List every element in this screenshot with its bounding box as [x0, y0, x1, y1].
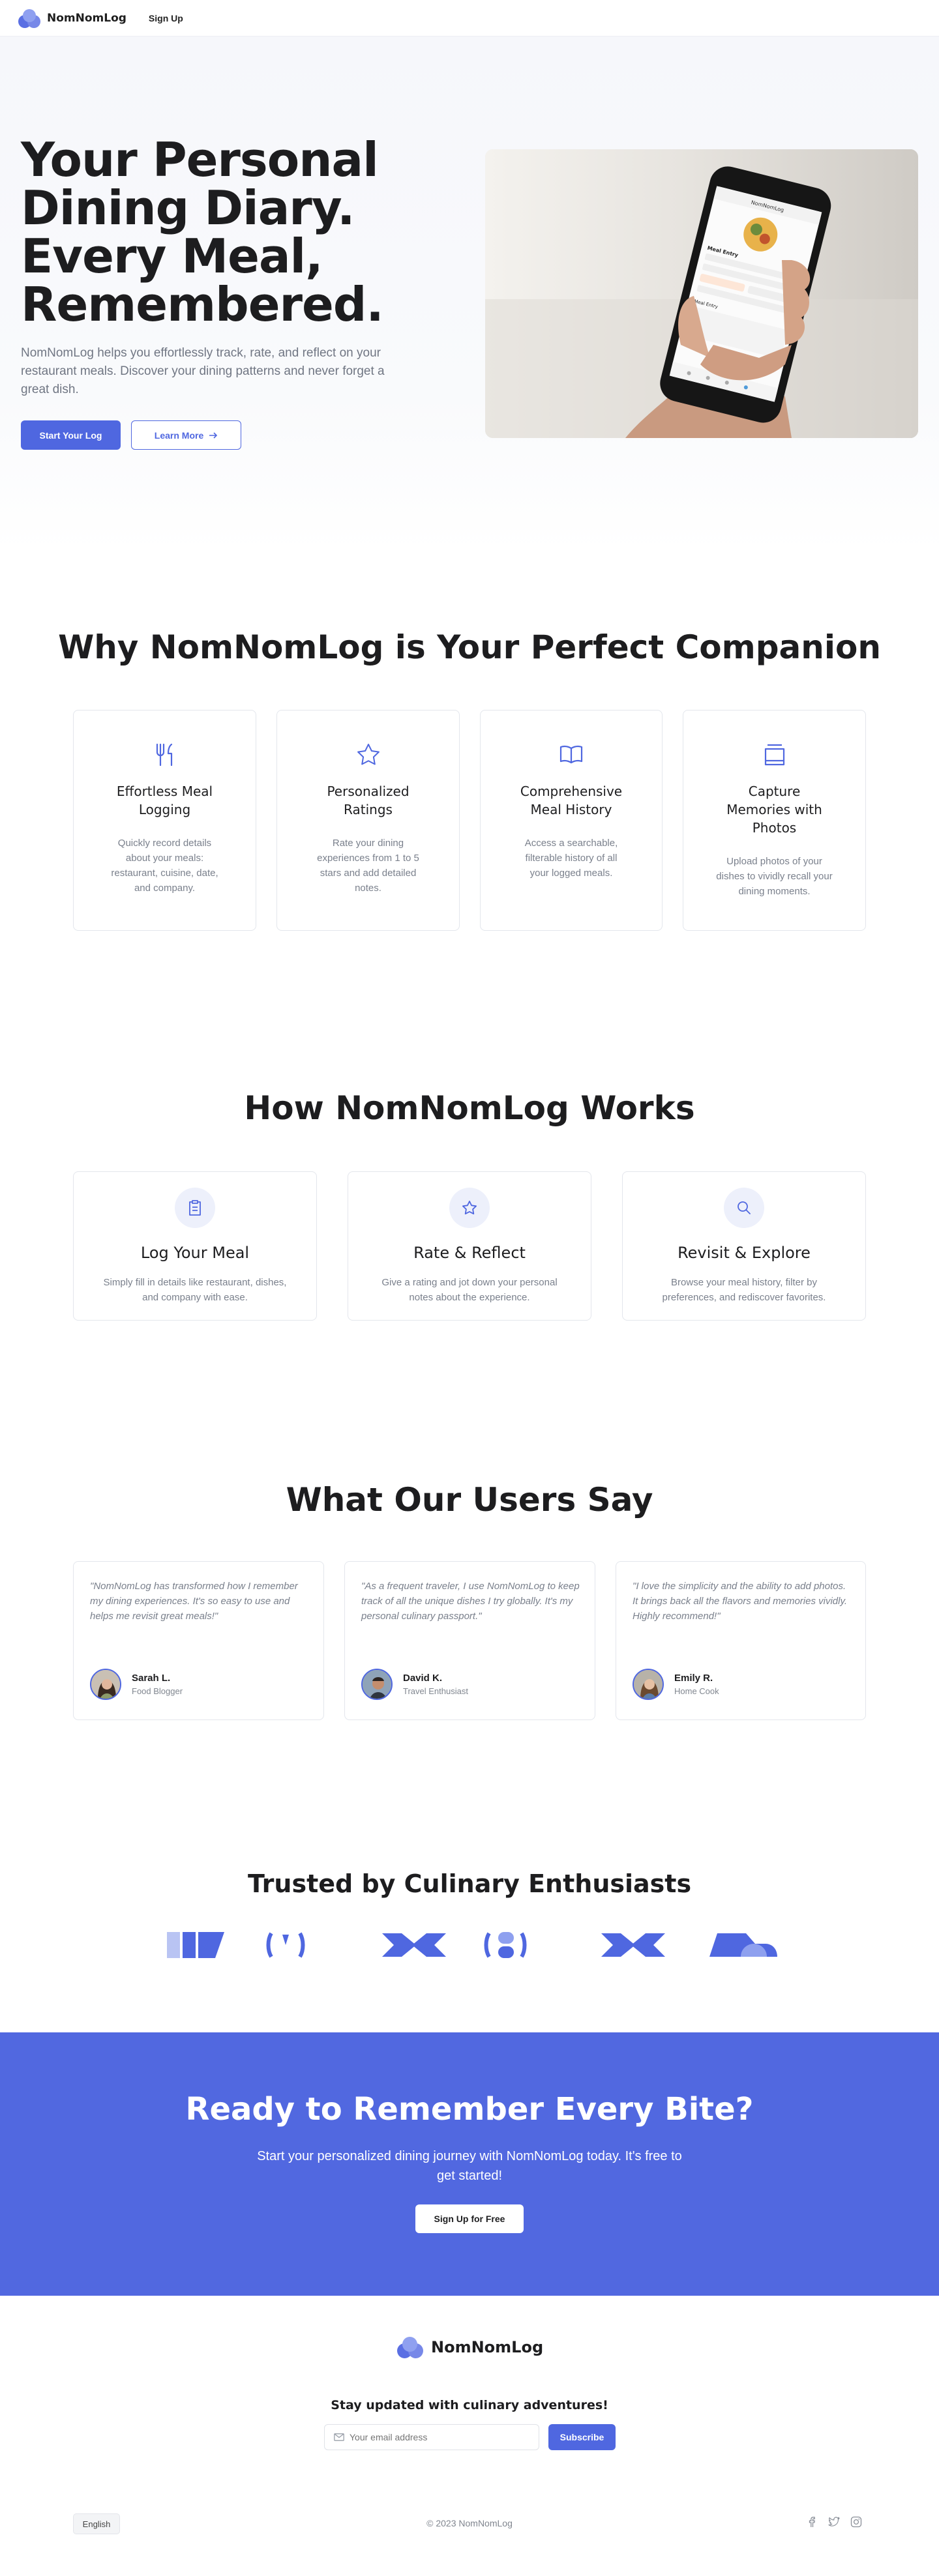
- star-icon: [357, 744, 380, 765]
- logo-icon: [397, 2337, 425, 2358]
- cta-signup-label: Sign Up for Free: [434, 2214, 505, 2224]
- partner-logo-bars-icon: [167, 1932, 224, 1958]
- testimonial-author: Sarah L. Food Blogger: [90, 1669, 183, 1700]
- features-title: Why NomNomLog is Your Perfect Companion: [58, 628, 881, 666]
- testimonial-author: Emily R. Home Cook: [633, 1669, 719, 1700]
- search-icon: [738, 1201, 751, 1214]
- feature-text: Upload photos of your dishes to vividly …: [716, 856, 833, 897]
- step-text: Give a rating and jot down your personal…: [381, 1277, 558, 1303]
- testimonials-title: What Our Users Say: [286, 1481, 653, 1519]
- email-field[interactable]: [324, 2424, 539, 2450]
- footer-brand: NomNomLog: [431, 2338, 544, 2356]
- social-links: [806, 2516, 862, 2528]
- partner-logo-x2-icon: [601, 1933, 665, 1957]
- learn-more-label: Learn More: [154, 430, 204, 441]
- feature-text: Quickly record details about your meals:…: [111, 838, 218, 894]
- step-text: Browse your meal history, filter by pref…: [662, 1277, 826, 1303]
- subscribe-label: Subscribe: [559, 2432, 604, 2442]
- learn-more-button[interactable]: Learn More: [131, 420, 241, 450]
- step-text: Simply fill in details like restaurant, …: [103, 1277, 287, 1303]
- step-title: Rate & Reflect: [413, 1244, 526, 1262]
- partner-logo-pill-icon: [484, 1932, 527, 1958]
- feature-title: Comprehensive Meal History: [520, 783, 623, 817]
- feature-card: Effortless Meal Logging Quickly record d…: [73, 710, 256, 931]
- feature-title: Effortless Meal Logging: [116, 783, 213, 817]
- cta-signup-button[interactable]: Sign Up for Free: [415, 2204, 524, 2233]
- step-icon-circle: [724, 1188, 764, 1228]
- footer-logo[interactable]: NomNomLog: [397, 2337, 543, 2358]
- step-card: Revisit & Explore Browse your meal histo…: [622, 1171, 866, 1321]
- hero-section: Your Personal Dining Diary. Every Meal, …: [0, 37, 939, 551]
- email-input[interactable]: [350, 2432, 532, 2442]
- testimonial-quote: "As a frequent traveler, I use NomNomLog…: [361, 1581, 580, 1622]
- step-icon-circle: [449, 1188, 490, 1228]
- step-card: Rate & Reflect Give a rating and jot dow…: [348, 1171, 591, 1321]
- copyright: © 2023 NomNomLog: [426, 2518, 513, 2528]
- hero-phone-image: NomNomLog Meal Entry Meal Entry: [485, 149, 918, 438]
- step-card: Log Your Meal Simply fill in details lik…: [73, 1171, 317, 1321]
- feature-title: Capture Memories with Photos: [726, 783, 822, 836]
- top-nav: NomNomLog Sign Up: [0, 0, 939, 37]
- avatar: [633, 1669, 664, 1700]
- brand-name: NomNomLog: [47, 11, 127, 25]
- avatar: [90, 1669, 121, 1700]
- gallery-icon: [764, 744, 784, 766]
- nav-logo[interactable]: NomNomLog: [18, 8, 127, 28]
- arrow-right-icon: [209, 432, 218, 439]
- feature-card: Personalized Ratings Rate your dining ex…: [276, 710, 460, 931]
- partner-logos: [167, 1932, 777, 1958]
- twitter-icon[interactable]: [828, 2516, 840, 2528]
- step-title: Revisit & Explore: [678, 1244, 811, 1262]
- partner-logo-brackets-icon: [266, 1932, 305, 1958]
- author-role: Home Cook: [674, 1686, 719, 1696]
- logo-icon: [18, 8, 42, 28]
- subscribe-button[interactable]: Subscribe: [548, 2424, 616, 2450]
- cta-title: Ready to Remember Every Bite?: [185, 2091, 754, 2128]
- step-title: Log Your Meal: [140, 1244, 250, 1262]
- testimonial-card: "As a frequent traveler, I use NomNomLog…: [344, 1561, 595, 1720]
- start-log-button[interactable]: Start Your Log: [21, 420, 121, 450]
- avatar: [361, 1669, 393, 1700]
- trusted-title: Trusted by Culinary Enthusiasts: [247, 1869, 692, 1898]
- testimonial-card: "NomNomLog has transformed how I remembe…: [73, 1561, 324, 1720]
- utensils-icon: [156, 743, 172, 767]
- feature-text: Access a searchable, filterable history …: [524, 838, 618, 879]
- cta-section: Ready to Remember Every Bite? Start your…: [0, 2032, 939, 2296]
- star-icon: [462, 1201, 477, 1215]
- testimonial-card: "I love the simplicity and the ability t…: [616, 1561, 866, 1720]
- testimonial-author: David K. Travel Enthusiast: [361, 1669, 468, 1700]
- step-icon-circle: [175, 1188, 215, 1228]
- mail-icon: [334, 2433, 344, 2441]
- author-name: Sarah L.: [132, 1673, 171, 1684]
- book-icon: [559, 745, 583, 764]
- facebook-icon[interactable]: [806, 2516, 818, 2528]
- partner-logo-cloud-icon: [709, 1933, 777, 1957]
- testimonial-quote: "I love the simplicity and the ability t…: [633, 1581, 848, 1622]
- start-log-label: Start Your Log: [39, 430, 102, 441]
- feature-text: Rate your dining experiences from 1 to 5…: [317, 838, 419, 894]
- instagram-icon[interactable]: [850, 2516, 862, 2528]
- feature-title: Personalized Ratings: [327, 783, 410, 817]
- hero-subtitle: NomNomLog helps you effortlessly track, …: [21, 346, 385, 396]
- feature-card: Comprehensive Meal History Access a sear…: [480, 710, 663, 931]
- nav-signup-link[interactable]: Sign Up: [149, 13, 183, 23]
- author-name: David K.: [403, 1673, 443, 1684]
- hero-title: Your Personal Dining Diary. Every Meal, …: [21, 132, 384, 332]
- author-role: Travel Enthusiast: [403, 1686, 468, 1696]
- how-title: How NomNomLog Works: [244, 1089, 695, 1127]
- clipboard-icon: [189, 1200, 201, 1216]
- partner-logo-x-icon: [382, 1933, 446, 1957]
- author-name: Emily R.: [674, 1673, 713, 1684]
- author-role: Food Blogger: [132, 1686, 183, 1696]
- cta-text: Start your personalized dining journey w…: [257, 2149, 682, 2183]
- feature-card: Capture Memories with Photos Upload phot…: [683, 710, 866, 931]
- phone-illustration: NomNomLog Meal Entry Meal Entry: [485, 149, 918, 438]
- testimonial-quote: "NomNomLog has transformed how I remembe…: [90, 1581, 298, 1622]
- newsletter-title: Stay updated with culinary adventures!: [331, 2398, 608, 2412]
